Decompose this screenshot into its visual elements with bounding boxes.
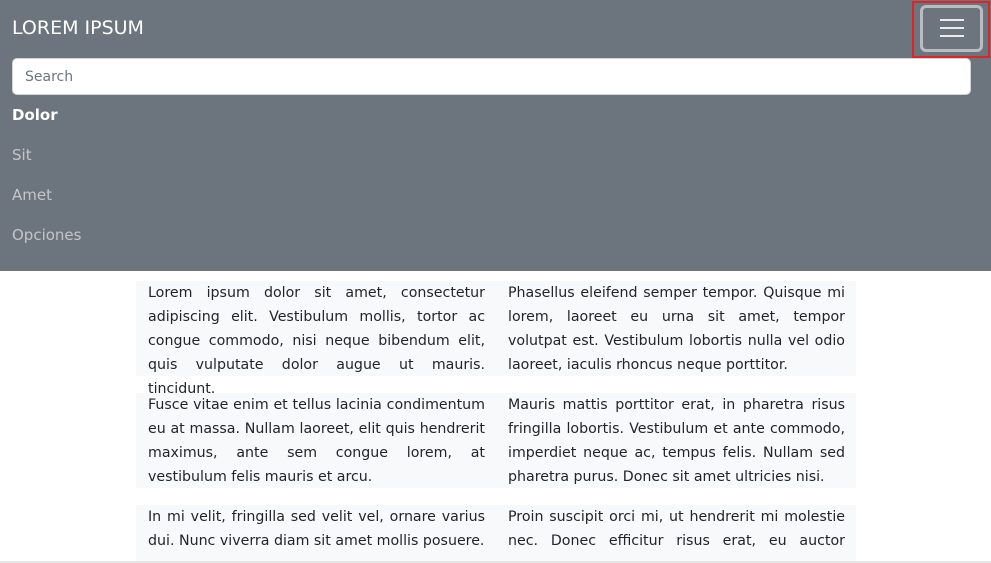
text-cell: Proin suscipit orci mi, ut hendrerit mi … bbox=[508, 509, 845, 563]
nav-item-sit[interactable]: Sit bbox=[12, 146, 32, 164]
text-cell: Mauris mattis porttitor erat, in pharetr… bbox=[508, 397, 845, 485]
text-cell: Phasellus eleifend semper tempor. Quisqu… bbox=[508, 285, 845, 373]
content-row: In mi velit, fringilla sed velit vel, or… bbox=[136, 505, 856, 563]
text-cell: Lorem ipsum dolor sit amet, consectetur … bbox=[148, 285, 485, 397]
navbar: LOREM IPSUM Dolor Sit Amet Opciones bbox=[0, 0, 991, 271]
content-row: Fusce vitae enim et tellus lacinia condi… bbox=[136, 393, 856, 488]
content-row: Lorem ipsum dolor sit amet, consectetur … bbox=[136, 281, 856, 397]
text-cell: In mi velit, fringilla sed velit vel, or… bbox=[148, 509, 485, 549]
nav-item-opciones[interactable]: Opciones bbox=[12, 226, 81, 244]
hamburger-menu-icon-bar bbox=[940, 35, 964, 37]
brand-title[interactable]: LOREM IPSUM bbox=[12, 17, 144, 39]
nav-item-amet[interactable]: Amet bbox=[12, 186, 52, 204]
hamburger-menu-icon bbox=[940, 19, 964, 21]
text-cell: Fusce vitae enim et tellus lacinia condi… bbox=[148, 397, 485, 485]
navbar-toggler-button[interactable] bbox=[920, 5, 983, 52]
search-input[interactable] bbox=[12, 58, 971, 95]
hamburger-menu-icon-bar bbox=[940, 27, 964, 29]
nav-item-dolor[interactable]: Dolor bbox=[12, 106, 58, 124]
